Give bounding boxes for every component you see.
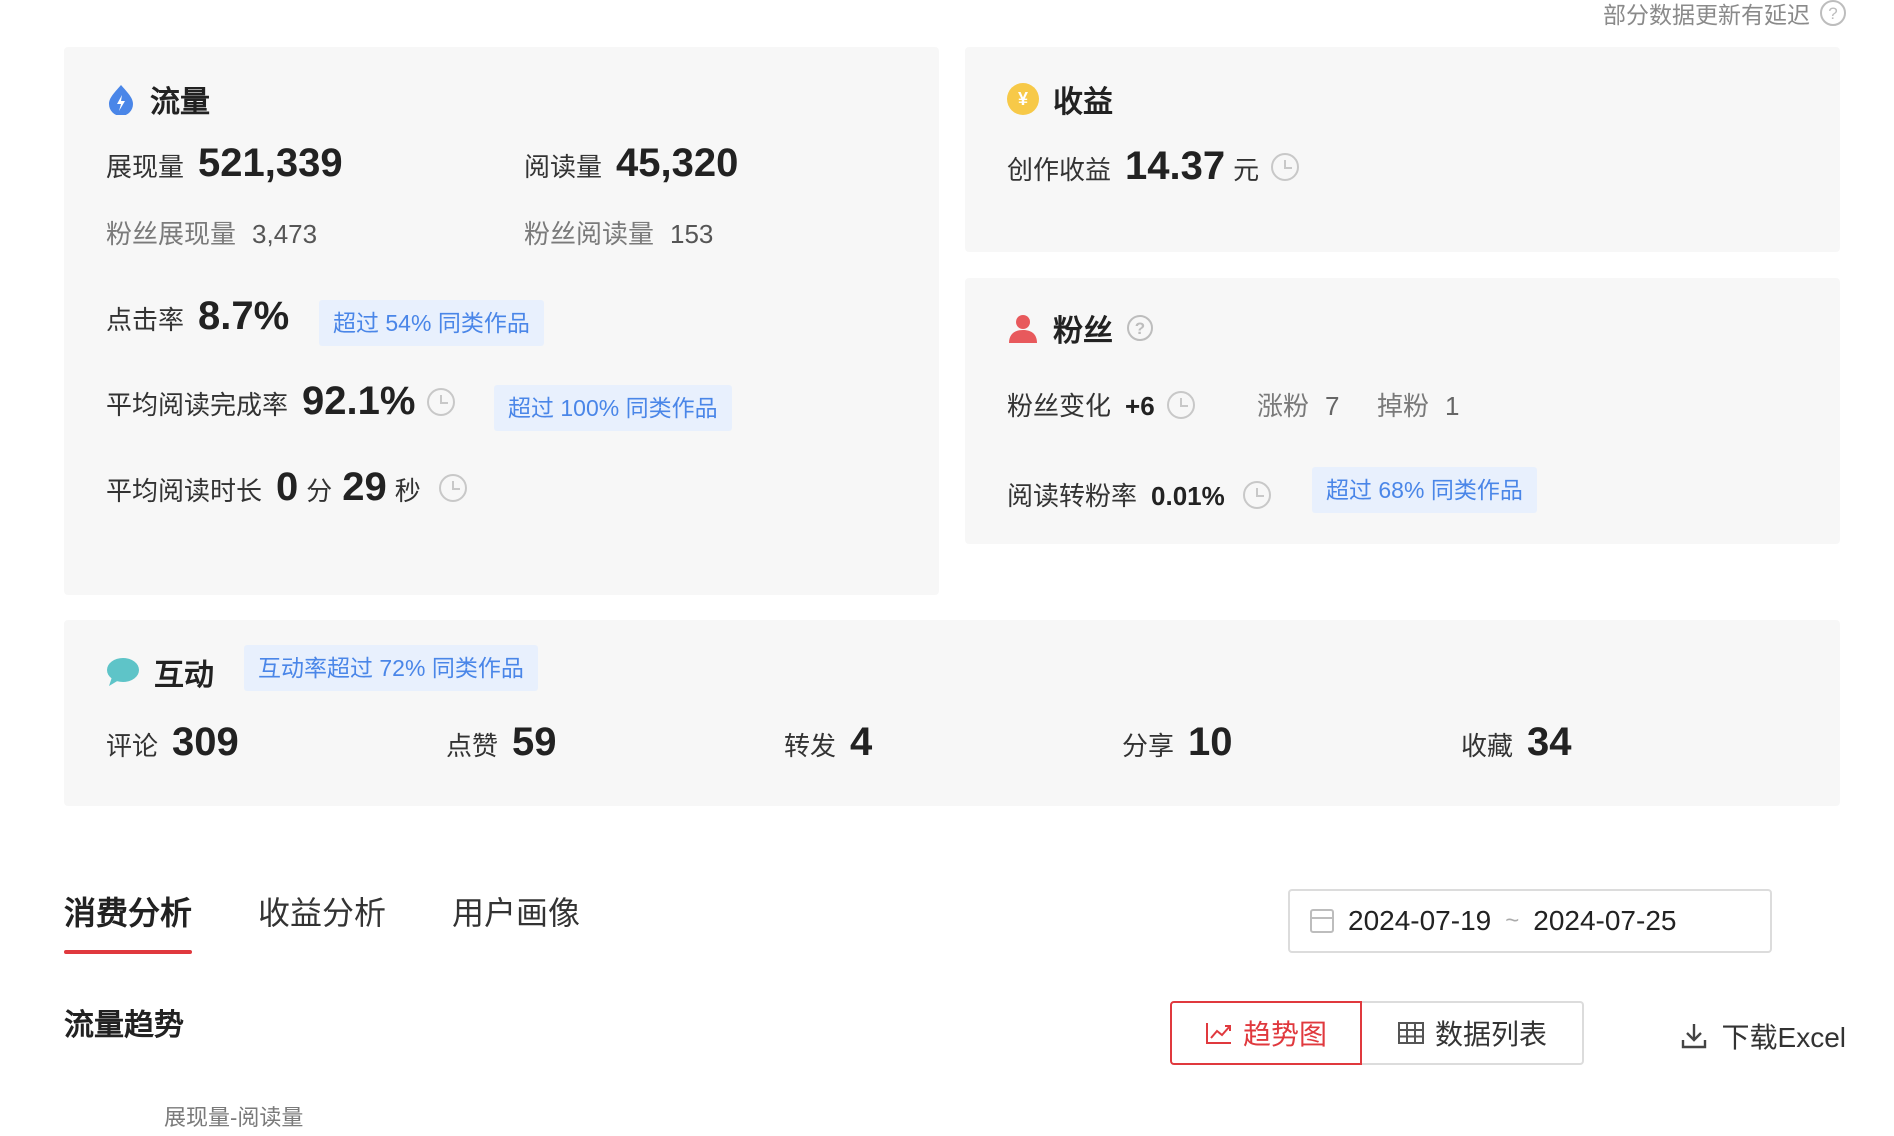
completion-label: 平均阅读完成率 xyxy=(106,390,289,420)
ctr-tag: 超过 54% 同类作品 xyxy=(319,300,544,346)
interaction-rate-tag: 互动率超过 72% 同类作品 xyxy=(244,645,538,691)
table-icon xyxy=(1397,1022,1424,1044)
read-conversion-label: 阅读转粉率 xyxy=(1007,481,1138,511)
clock-icon[interactable] xyxy=(1271,152,1300,181)
fan-reads-value: 153 xyxy=(670,219,714,249)
fan-reads-metric: 粉丝阅读量 153 xyxy=(524,214,713,251)
ctr-value: 8.7% xyxy=(198,294,290,338)
fans-gain-metric: 涨粉 7 xyxy=(1257,386,1339,423)
duration-seconds-unit: 秒 xyxy=(394,476,421,506)
download-icon xyxy=(1681,1024,1706,1049)
likes-label: 点赞 xyxy=(446,731,499,761)
notice-text: 部分数据更新有延迟 xyxy=(1603,2,1810,28)
income-title: ¥ 收益 xyxy=(1007,77,1113,121)
reposts-value: 4 xyxy=(850,720,873,764)
favorites-label: 收藏 xyxy=(1461,731,1514,761)
shares-value: 10 xyxy=(1188,720,1233,764)
impressions-value: 521,339 xyxy=(198,141,343,185)
completion-value: 92.1% xyxy=(302,379,416,423)
comments-metric: 评论 309 xyxy=(106,720,239,765)
duration-seconds: 29 xyxy=(342,465,387,509)
traffic-card: 流量 展现量 521,339 阅读量 45,320 粉丝展现量 3,473 粉丝… xyxy=(64,47,939,595)
fans-change-label: 粉丝变化 xyxy=(1007,391,1112,421)
yuan-coin-icon: ¥ xyxy=(1007,83,1039,115)
fan-reads-label: 粉丝阅读量 xyxy=(524,219,655,249)
help-icon[interactable]: ? xyxy=(1127,315,1153,341)
fans-change-value: +6 xyxy=(1125,391,1155,421)
line-chart-icon xyxy=(1205,1023,1231,1044)
creation-income-value: 14.37 xyxy=(1125,144,1226,188)
fans-title: 粉丝 ? xyxy=(1007,306,1153,350)
reads-metric: 阅读量 45,320 xyxy=(524,141,738,186)
trend-chart-button[interactable]: 趋势图 xyxy=(1170,1001,1362,1065)
help-icon[interactable]: ? xyxy=(1820,0,1846,26)
completion-metric: 平均阅读完成率 92.1% xyxy=(106,379,456,424)
chart-series-label: 展现量-阅读量 xyxy=(164,1105,304,1130)
comments-value: 309 xyxy=(172,720,239,764)
read-conversion-tag: 超过 68% 同类作品 xyxy=(1312,467,1537,513)
fans-loss-label: 掉粉 xyxy=(1377,391,1430,421)
interaction-title: 互动 xyxy=(106,650,214,694)
fan-impressions-value: 3,473 xyxy=(252,219,318,249)
download-excel-button[interactable]: 下载Excel xyxy=(1680,1016,1846,1056)
clock-icon[interactable] xyxy=(1166,390,1195,419)
creation-income-unit: 元 xyxy=(1233,155,1260,185)
date-start[interactable]: 2024-07-19 xyxy=(1348,905,1491,937)
shares-metric: 分享 10 xyxy=(1122,720,1233,765)
likes-metric: 点赞 59 xyxy=(446,720,557,765)
income-card: ¥ 收益 创作收益 14.37 元 xyxy=(965,47,1840,252)
impressions-label: 展现量 xyxy=(106,152,185,182)
reposts-label: 转发 xyxy=(784,731,837,761)
reposts-metric: 转发 4 xyxy=(784,720,872,765)
ctr-metric: 点击率 8.7% xyxy=(106,294,289,339)
ctr-label: 点击率 xyxy=(106,305,185,335)
fans-gain-label: 涨粉 xyxy=(1257,391,1310,421)
person-icon xyxy=(1009,315,1037,343)
fan-impressions-metric: 粉丝展现量 3,473 xyxy=(106,214,317,251)
chat-bubble-icon xyxy=(107,658,139,686)
tab-income-analysis[interactable]: 收益分析 xyxy=(258,888,386,954)
impressions-metric: 展现量 521,339 xyxy=(106,141,343,186)
fans-card: 粉丝 ? 粉丝变化 +6 涨粉 7 掉粉 1 阅读转粉率 0.01% 超过 68… xyxy=(965,278,1840,544)
tab-consumption-analysis[interactable]: 消费分析 xyxy=(64,888,193,954)
traffic-title: 流量 xyxy=(106,77,210,121)
fans-change-metric: 粉丝变化 +6 xyxy=(1007,386,1195,423)
fans-gain-value: 7 xyxy=(1325,391,1340,421)
view-toggle: 趋势图 数据列表 xyxy=(1170,1001,1584,1065)
completion-tag: 超过 100% 同类作品 xyxy=(494,385,732,431)
read-conversion-value: 0.01% xyxy=(1151,481,1225,511)
clock-icon[interactable] xyxy=(427,387,456,416)
duration-minutes: 0 xyxy=(276,465,299,509)
clock-icon[interactable] xyxy=(438,473,467,502)
date-separator: ~ xyxy=(1505,907,1520,934)
fan-impressions-label: 粉丝展现量 xyxy=(106,219,237,249)
shares-label: 分享 xyxy=(1122,731,1175,761)
fans-loss-value: 1 xyxy=(1445,391,1460,421)
date-range-picker[interactable]: 2024-07-19 ~ 2024-07-25 xyxy=(1288,889,1772,953)
analysis-tabs: 消费分析 收益分析 用户画像 xyxy=(64,888,580,954)
date-end[interactable]: 2024-07-25 xyxy=(1533,905,1676,937)
traffic-icon xyxy=(109,85,133,115)
clock-icon[interactable] xyxy=(1242,480,1271,509)
reads-label: 阅读量 xyxy=(524,152,603,182)
traffic-trend-title: 流量趋势 xyxy=(64,1009,184,1042)
reads-value: 45,320 xyxy=(616,141,739,185)
read-conversion-metric: 阅读转粉率 0.01% xyxy=(1007,476,1271,513)
favorites-value: 34 xyxy=(1527,720,1572,764)
favorites-metric: 收藏 34 xyxy=(1461,720,1572,765)
creation-income-label: 创作收益 xyxy=(1007,155,1112,185)
duration-label: 平均阅读时长 xyxy=(106,476,263,506)
comments-label: 评论 xyxy=(106,731,159,761)
interaction-card: 互动 互动率超过 72% 同类作品 评论 309 点赞 59 转发 4 分享 1… xyxy=(64,620,1840,806)
creation-income-metric: 创作收益 14.37 元 xyxy=(1007,144,1300,189)
duration-minutes-unit: 分 xyxy=(306,476,333,506)
calendar-icon xyxy=(1310,909,1334,933)
data-list-button[interactable]: 数据列表 xyxy=(1362,1001,1584,1065)
fans-loss-metric: 掉粉 1 xyxy=(1377,386,1459,423)
likes-value: 59 xyxy=(512,720,557,764)
duration-metric: 平均阅读时长 0 分 29 秒 xyxy=(106,465,467,510)
tab-user-profile[interactable]: 用户画像 xyxy=(452,888,580,954)
data-delay-notice: 部分数据更新有延迟 ? xyxy=(1603,0,1846,30)
